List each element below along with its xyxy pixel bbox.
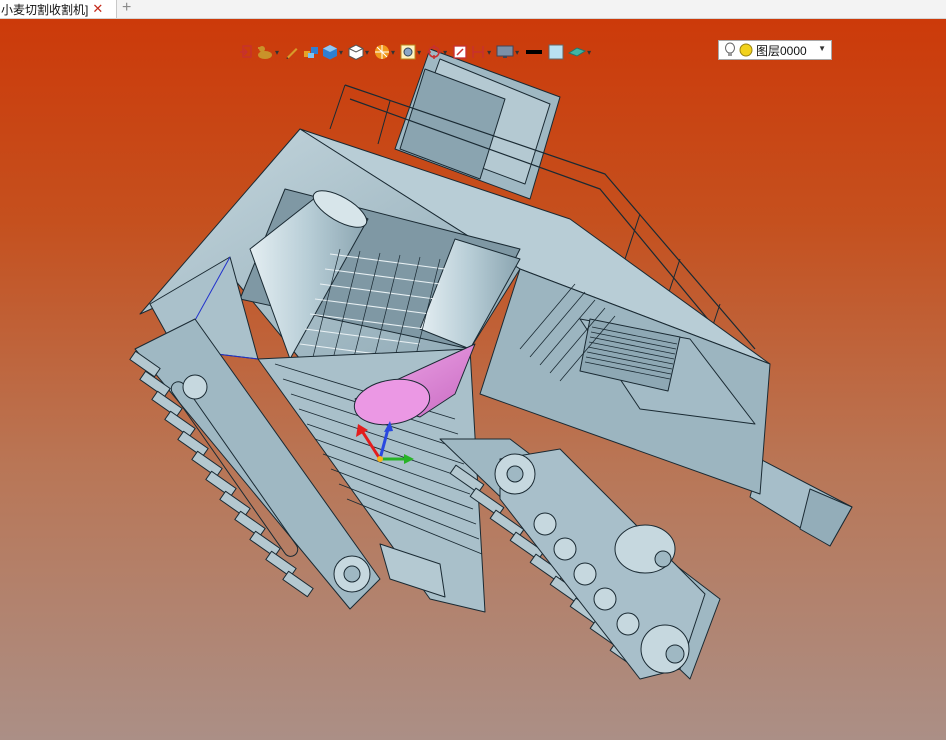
document-tab-title: 小麦切割收割机]	[1, 2, 89, 17]
layer-selector[interactable]: 图层0000 ▼	[718, 40, 832, 60]
harvester-model[interactable]	[0, 19, 946, 740]
chevron-down-icon[interactable]: ▾	[443, 48, 447, 57]
shaded-cube-icon[interactable]: ▾	[322, 41, 346, 63]
chevron-down-icon[interactable]: ▾	[275, 48, 279, 57]
chevron-down-icon[interactable]: ▾	[587, 48, 591, 57]
layer-status-dot-icon[interactable]	[739, 43, 753, 57]
pan-icon[interactable]: ▾	[426, 41, 450, 63]
document-tab[interactable]: 小麦切割收割机] ✕	[0, 0, 117, 18]
chevron-down-icon[interactable]: ▼	[818, 44, 826, 53]
view-toolbar: ▾ ▾ ▾ ▾ ▾ ▾ ▾ ▾ ▾	[238, 41, 594, 63]
add-tab-icon[interactable]: +	[122, 0, 131, 17]
document-tab-bar: 小麦切割收割机] ✕ +	[0, 0, 946, 19]
plane-icon[interactable]: ▾	[568, 41, 594, 63]
chevron-down-icon[interactable]: ▾	[487, 48, 491, 57]
duck-filter-icon[interactable]: ▾	[256, 41, 282, 63]
3d-viewport[interactable]: ▾ ▾ ▾ ▾ ▾ ▾ ▾ ▾ ▾ 图层0000 ▼	[0, 19, 946, 740]
lightbulb-icon[interactable]	[723, 42, 737, 58]
multi-cube-icon[interactable]	[302, 41, 320, 63]
close-tab-icon[interactable]: ✕	[92, 0, 103, 18]
snap-icon[interactable]	[238, 41, 254, 63]
zoom-fit-icon[interactable]: ▾	[400, 41, 424, 63]
chevron-down-icon[interactable]: ▾	[417, 48, 421, 57]
measure-icon[interactable]: ▾	[470, 41, 494, 63]
chevron-down-icon[interactable]: ▾	[515, 48, 519, 57]
chevron-down-icon[interactable]: ▾	[339, 48, 343, 57]
layer-name: 图层0000	[756, 43, 807, 58]
line-color-icon[interactable]	[524, 41, 544, 63]
render-style-icon[interactable]: ▾	[374, 41, 398, 63]
chevron-down-icon[interactable]: ▾	[391, 48, 395, 57]
pen-icon[interactable]	[284, 41, 300, 63]
display-monitor-icon[interactable]: ▾	[496, 41, 522, 63]
fill-color-icon[interactable]	[546, 41, 566, 63]
chevron-down-icon[interactable]: ▾	[365, 48, 369, 57]
section-view-icon[interactable]	[452, 41, 468, 63]
wire-cube-icon[interactable]: ▾	[348, 41, 372, 63]
